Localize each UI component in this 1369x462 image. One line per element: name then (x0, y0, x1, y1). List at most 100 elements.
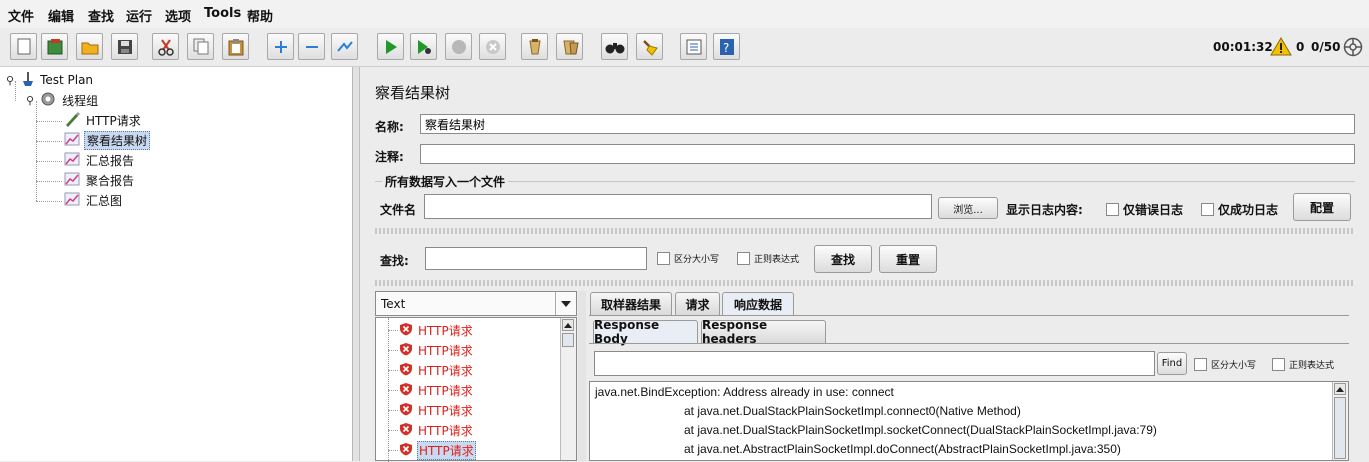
response-body-text[interactable]: java.net.BindException: Address already … (589, 381, 1349, 461)
menu-help[interactable]: 帮助 (247, 6, 273, 25)
result-item[interactable]: HTTP请求 (399, 341, 474, 359)
find-regex-checkbox[interactable]: 正则表达式 (1272, 358, 1334, 371)
reset-search-icon[interactable] (636, 33, 663, 60)
collapse-toggle-icon[interactable]: ⚲ (26, 94, 34, 107)
result-label: HTTP请求 (418, 423, 473, 438)
tab-request[interactable]: 请求 (675, 292, 720, 315)
find-case-sensitive-checkbox[interactable]: 区分大小写 (1194, 358, 1256, 371)
tree-label: 聚合报告 (86, 173, 135, 188)
checkbox-box[interactable] (1106, 203, 1119, 216)
collapse-toggle-icon[interactable]: ⚲ (6, 74, 14, 87)
open-icon[interactable] (76, 33, 103, 60)
checkbox-label: 区分大小写 (1211, 361, 1257, 371)
collapse-icon[interactable] (298, 33, 325, 60)
menu-edit[interactable]: 编辑 (48, 6, 74, 25)
checkbox-box[interactable] (657, 252, 670, 265)
name-field[interactable] (420, 114, 1355, 134)
result-label: HTTP请求 (418, 363, 473, 378)
stop-icon[interactable] (445, 33, 472, 60)
paste-icon[interactable] (222, 33, 249, 60)
checkbox-box[interactable] (1201, 203, 1214, 216)
error-shield-icon (399, 442, 413, 459)
subtab-response-headers[interactable]: Response headers (701, 318, 826, 346)
search-button[interactable]: 查找 (814, 245, 872, 273)
new-icon[interactable] (10, 33, 37, 60)
tab-response-data[interactable]: 响应数据 (722, 292, 794, 315)
result-label: HTTP请求 (418, 343, 473, 358)
menu-tools[interactable]: Tools (204, 6, 241, 21)
checkbox-box[interactable] (1194, 358, 1207, 371)
tab-sampler-result[interactable]: 取样器结果 (590, 292, 672, 315)
results-scrollbar[interactable] (560, 318, 576, 460)
tree-item-summary-graph[interactable]: 汇总图 (64, 191, 124, 209)
result-item[interactable]: HTTP请求 (399, 381, 474, 399)
function-helper-icon[interactable] (680, 33, 707, 60)
regex-checkbox[interactable]: 正则表达式 (737, 252, 799, 265)
horizontal-splitter-bottom[interactable] (375, 280, 1355, 286)
vertical-splitter[interactable] (353, 67, 360, 461)
search-field[interactable] (425, 247, 647, 270)
result-item[interactable]: HTTP请求 (399, 361, 474, 379)
errors-only-checkbox[interactable]: 仅错误日志 (1106, 201, 1183, 218)
browse-button[interactable]: 浏览... (938, 197, 998, 219)
result-label: HTTP请求 (417, 440, 476, 460)
listener-chart-icon (64, 132, 80, 149)
templates-icon[interactable] (41, 33, 68, 60)
results-splitter[interactable] (578, 291, 586, 461)
tree-item-view-results-tree[interactable]: 察看结果树 (64, 130, 151, 150)
comment-field[interactable] (420, 144, 1355, 164)
start-no-pause-icon[interactable] (410, 33, 437, 60)
comment-label: 注释: (375, 150, 404, 164)
chevron-down-icon[interactable] (555, 292, 576, 315)
scroll-thumb[interactable] (562, 333, 574, 347)
shutdown-icon[interactable] (479, 33, 506, 60)
toggle-icon[interactable] (331, 33, 358, 60)
subtab-response-body[interactable]: Response Body (593, 318, 698, 346)
help-icon[interactable]: ? (713, 33, 740, 60)
menu-options[interactable]: 选项 (165, 6, 191, 25)
scroll-thumb[interactable] (1334, 397, 1346, 459)
tree-item-thread-group[interactable]: ⚲ 线程组 (26, 91, 100, 109)
result-item-selected[interactable]: HTTP请求 (399, 440, 476, 460)
menu-search[interactable]: 查找 (88, 6, 114, 25)
checkbox-label: 正则表达式 (1289, 361, 1335, 371)
menu-run[interactable]: 运行 (126, 6, 152, 25)
scroll-up-icon[interactable] (1334, 383, 1346, 395)
menu-file[interactable]: 文件 (8, 6, 34, 25)
menu-bar: 文件 编辑 查找 运行 选项 Tools 帮助 (0, 0, 1369, 28)
search-binoculars-icon[interactable] (601, 33, 628, 60)
tree-item-http-request[interactable]: HTTP请求 (64, 111, 143, 129)
checkbox-box[interactable] (737, 252, 750, 265)
result-item[interactable]: HTTP请求 (399, 321, 474, 339)
renderer-select[interactable]: Text (375, 291, 577, 316)
checkbox-label: 区分大小写 (674, 255, 720, 265)
reset-button[interactable]: 重置 (879, 245, 937, 273)
copy-icon[interactable] (187, 33, 214, 60)
tree-item-aggregate-report[interactable]: 聚合报告 (64, 171, 136, 189)
toolbar: ? 00:01:32 0 0/50 (0, 28, 1369, 67)
tree-item-test-plan[interactable]: ⚲ Test Plan (6, 71, 95, 89)
case-sensitive-checkbox[interactable]: 区分大小写 (657, 252, 719, 265)
clear-icon[interactable] (521, 33, 548, 60)
cut-icon[interactable] (152, 33, 179, 60)
checkbox-box[interactable] (1272, 358, 1285, 371)
response-scrollbar[interactable] (1332, 382, 1348, 460)
horizontal-splitter-top[interactable] (375, 228, 1355, 234)
expand-icon[interactable] (267, 33, 294, 60)
configure-button[interactable]: 配置 (1293, 193, 1351, 221)
save-icon[interactable] (111, 33, 138, 60)
name-label: 名称: (375, 120, 404, 134)
warning-icon[interactable] (1270, 37, 1292, 59)
find-button[interactable]: Find (1157, 352, 1187, 375)
result-item[interactable]: HTTP请求 (399, 401, 474, 419)
scroll-up-icon[interactable] (562, 319, 574, 331)
filename-field[interactable] (424, 194, 932, 219)
tree-item-summary-report[interactable]: 汇总报告 (64, 151, 136, 169)
tree-label: 察看结果树 (84, 130, 151, 150)
clear-all-icon[interactable] (556, 33, 583, 60)
start-icon[interactable] (377, 33, 404, 60)
success-only-checkbox[interactable]: 仅成功日志 (1201, 201, 1278, 218)
tree-label: 汇总图 (86, 193, 123, 208)
result-item[interactable]: HTTP请求 (399, 421, 474, 439)
find-field[interactable] (594, 351, 1155, 376)
